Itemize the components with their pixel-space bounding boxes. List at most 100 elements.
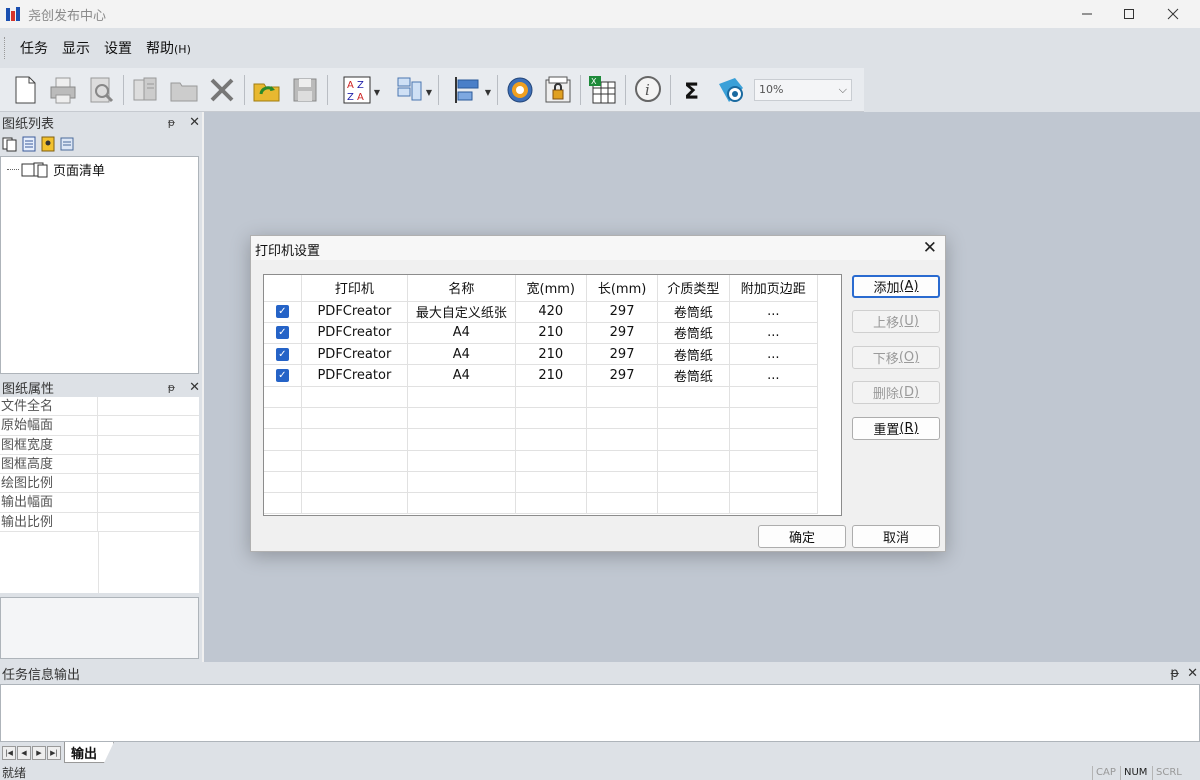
minimize-button[interactable] — [1064, 0, 1110, 28]
reset-button[interactable]: 重置 (R) — [852, 417, 940, 440]
cell-margin[interactable]: ... — [729, 301, 819, 323]
property-grid: 文件全名 原始幅面 图框宽度 图框高度 绘图比例 输出幅面 输出比例 — [0, 397, 199, 593]
svg-text:Z: Z — [357, 80, 364, 91]
delete-icon[interactable] — [204, 72, 240, 108]
move-down-button[interactable]: 下移 (O) — [852, 346, 940, 369]
chevron-down-icon[interactable]: ▼ — [374, 88, 380, 97]
property-row[interactable]: 绘图比例 — [0, 474, 199, 494]
scroll-lock-indicator: SCRL — [1152, 766, 1185, 780]
cell-margin[interactable]: ... — [729, 322, 819, 345]
cell-length: 297 — [586, 322, 659, 345]
row-checkbox[interactable]: ✓ — [275, 305, 289, 319]
new-document-icon[interactable] — [7, 72, 43, 108]
info-icon[interactable]: i — [630, 72, 666, 108]
move-up-button[interactable]: 上移 (U) — [852, 310, 940, 333]
table-row[interactable]: ✓ PDFCreator A4 210 297 卷筒纸 ... — [264, 364, 819, 387]
close-icon[interactable]: ✕ — [189, 380, 200, 395]
sum-icon[interactable]: Σ — [675, 72, 711, 108]
menu-help[interactable]: 帮助(H) — [139, 38, 198, 58]
num-lock-indicator: NUM — [1120, 766, 1150, 780]
svg-text:i: i — [645, 81, 650, 99]
table-row[interactable]: ✓ PDFCreator A4 210 297 卷筒纸 ... — [264, 343, 819, 366]
settings-gear-icon[interactable] — [502, 72, 538, 108]
output-log[interactable] — [0, 684, 1200, 742]
refresh-icon[interactable] — [249, 72, 285, 108]
cell-length: 297 — [586, 301, 659, 323]
cancel-button[interactable]: 取消 — [852, 525, 940, 548]
column-header[interactable]: 介质类型 — [657, 275, 730, 302]
list-doc-icon[interactable] — [21, 136, 37, 152]
cell-margin[interactable]: ... — [729, 364, 819, 387]
zoom-icon[interactable] — [713, 72, 749, 108]
cell-length: 297 — [586, 364, 659, 387]
pin-icon[interactable]: ᵽ — [1170, 666, 1179, 681]
row-checkbox[interactable]: ✓ — [275, 347, 289, 361]
column-header[interactable]: 长(mm) — [586, 275, 659, 302]
pages-icon[interactable] — [2, 136, 18, 152]
close-icon[interactable]: ✕ — [1187, 666, 1198, 681]
add-files-icon[interactable] — [128, 72, 164, 108]
cell-width: 210 — [515, 364, 587, 387]
menu-task[interactable]: 任务 — [13, 38, 55, 58]
next-tab-icon[interactable]: ▶ — [32, 746, 46, 760]
tree-node-page-list[interactable]: 页面清单 — [7, 160, 105, 179]
tab-output[interactable]: 输出 — [64, 742, 114, 763]
toolbar-background — [864, 68, 1200, 112]
svg-text:Σ: Σ — [684, 80, 699, 105]
pages-icon — [21, 162, 48, 177]
close-window-button[interactable] — [1150, 0, 1196, 28]
row-checkbox[interactable]: ✓ — [275, 326, 289, 340]
dialog-title-bar: 打印机设置 ✕ — [251, 236, 945, 260]
column-header[interactable]: 名称 — [407, 275, 516, 302]
delete-button[interactable]: 删除 (D) — [852, 381, 940, 404]
property-row[interactable]: 输出比例 — [0, 512, 199, 533]
detail-icon[interactable] — [59, 136, 75, 152]
ok-button[interactable]: 确定 — [758, 525, 846, 548]
last-tab-icon[interactable]: ▶| — [47, 746, 61, 760]
print-preview-icon[interactable] — [83, 72, 119, 108]
output-panel-title: 任务信息输出 — [2, 667, 81, 683]
close-icon[interactable]: ✕ — [189, 115, 200, 130]
column-header[interactable]: 附加页边距 — [729, 275, 819, 302]
close-icon[interactable]: ✕ — [923, 238, 937, 258]
add-button[interactable]: 添加 (A) — [852, 275, 940, 298]
maximize-button[interactable] — [1106, 0, 1152, 28]
first-tab-icon[interactable]: |◀ — [2, 746, 16, 760]
menu-settings[interactable]: 设置 — [97, 38, 139, 58]
property-row[interactable]: 输出幅面 — [0, 493, 199, 513]
chevron-down-icon[interactable]: ▼ — [485, 88, 491, 97]
printer-lock-icon[interactable] — [540, 72, 576, 108]
pin-icon[interactable]: ᵽ — [168, 381, 175, 394]
export-excel-icon[interactable]: X — [585, 72, 621, 108]
property-row[interactable]: 图框高度 — [0, 454, 199, 475]
open-folder-icon[interactable] — [166, 72, 202, 108]
row-checkbox[interactable]: ✓ — [275, 369, 289, 383]
cell-margin[interactable]: ... — [729, 343, 819, 366]
tag-icon[interactable] — [40, 136, 56, 152]
sort-az-icon[interactable]: AZZA ▼ — [332, 72, 382, 108]
props-panel-title: 图纸属性 — [2, 381, 55, 397]
zoom-select[interactable]: 10% ⌵ — [754, 78, 852, 101]
property-row[interactable]: 原始幅面 — [0, 416, 199, 436]
table-row[interactable]: ✓ PDFCreator A4 210 297 卷筒纸 ... — [264, 322, 819, 345]
tree-node-label: 页面清单 — [53, 164, 106, 179]
cell-printer: PDFCreator — [301, 322, 409, 345]
table-row[interactable]: ✓ PDFCreator 最大自定义纸张 420 297 卷筒纸 ... — [264, 301, 819, 323]
menu-bar: 任务 显示 设置 帮助(H) — [0, 28, 1200, 68]
menu-view[interactable]: 显示 — [55, 38, 97, 58]
cell-length: 297 — [586, 343, 659, 366]
column-header[interactable]: 宽(mm) — [515, 275, 587, 302]
toolbar-separator — [625, 74, 626, 105]
property-row[interactable]: 图框宽度 — [0, 435, 199, 455]
layout-icon[interactable]: ▼ — [384, 72, 434, 108]
property-row[interactable]: 文件全名 — [0, 397, 199, 417]
column-header[interactable]: 打印机 — [301, 275, 409, 302]
chevron-down-icon[interactable]: ▼ — [426, 88, 432, 97]
save-icon[interactable] — [287, 72, 323, 108]
toolbar-separator — [670, 74, 671, 105]
svg-text:A: A — [357, 92, 364, 103]
prev-tab-icon[interactable]: ◀ — [17, 746, 31, 760]
pin-icon[interactable]: ᵽ — [168, 116, 175, 129]
align-icon[interactable]: ▼ — [443, 72, 493, 108]
print-icon[interactable] — [45, 72, 81, 108]
